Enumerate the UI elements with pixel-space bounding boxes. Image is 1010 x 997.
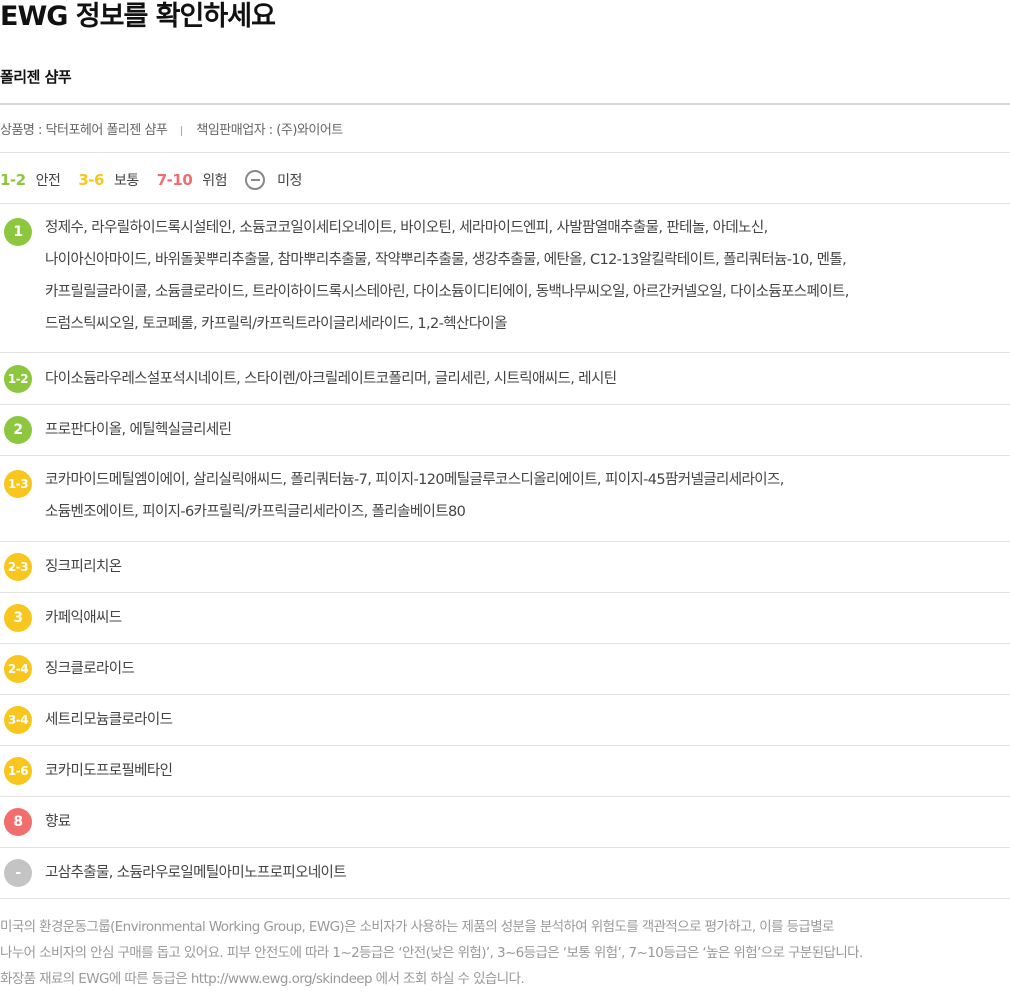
- meta-separator: [181, 125, 183, 136]
- ingredient-row: 1-3 코카마이드메틸엠이에이, 살리실릭애씨드, 폴리쿼터늄-7, 피이지-12…: [0, 456, 1010, 542]
- ingredient-row: 1-2 다이소듐라우레스설포석시네이트, 스타이렌/아크릴레이트코폴리머, 글리세…: [0, 353, 1010, 405]
- product-name: 폴리젠 샴푸: [0, 68, 72, 86]
- ingredient-row: 1-6 코카미도프로필베타인: [0, 746, 1010, 797]
- ingredient-text: 징크피리치온: [45, 551, 1000, 583]
- grade-badge: 8: [4, 808, 32, 836]
- ingredient-line: 코카미도프로필베타인: [45, 763, 173, 779]
- legend-moderate-label: 보통: [113, 173, 139, 189]
- footnote-line: 화장품 재료의 EWG에 따른 등급은 http://www.ewg.org/s…: [0, 971, 525, 987]
- product-meta: 상품명 : 닥터포헤어 폴리젠 샴푸 책임판매업자 : (주)와이어트: [0, 119, 343, 138]
- grade-badge: 2: [4, 416, 32, 444]
- undetermined-icon: [245, 170, 266, 190]
- ingredient-text: 세트리모늄클로라이드: [45, 704, 1000, 736]
- legend-moderate-range: 3-6: [78, 171, 104, 189]
- grade-badge: -: [4, 859, 32, 887]
- ingredient-text: 다이소듐라우레스설포석시네이트, 스타이렌/아크릴레이트코폴리머, 글리세린, …: [45, 363, 1000, 395]
- ingredient-row: 2-4 징크클로라이드: [0, 644, 1010, 695]
- seller-label: 책임판매업자 : (주)와이어트: [196, 123, 343, 138]
- ingredient-line: 고삼추출물, 소듐라우로일메틸아미노프로피오네이트: [45, 865, 347, 881]
- grade-badge: 2-3: [4, 553, 32, 581]
- grade-badge: 2-4: [4, 655, 32, 683]
- ingredient-row: 8 향료: [0, 797, 1010, 848]
- page-title: EWG 정보를 확인하세요: [0, 1, 276, 32]
- ingredient-line: 나이아신아마이드, 바위돌꽃뿌리추출물, 참마뿌리추출물, 작약뿌리추출물, 생…: [45, 252, 847, 268]
- ingredient-row: - 고삼추출물, 소듐라우로일메틸아미노프로피오네이트: [0, 848, 1010, 899]
- ingredient-text: 코카미도프로필베타인: [45, 755, 1000, 787]
- ingredient-text: 프로판다이올, 에틸헥실글리세린: [45, 414, 1000, 446]
- ewg-footnote: 미국의 환경운동그룹(Environmental Working Group, …: [0, 914, 1010, 992]
- ingredient-line: 카페익애씨드: [45, 610, 122, 626]
- ingredient-line: 다이소듐라우레스설포석시네이트, 스타이렌/아크릴레이트코폴리머, 글리세린, …: [45, 370, 617, 387]
- grade-badge: 1-3: [4, 470, 32, 498]
- grade-badge: 1-6: [4, 757, 32, 785]
- divider: [0, 103, 1010, 105]
- ingredient-line: 세트리모늄클로라이드: [45, 712, 173, 728]
- legend-danger-label: 위험: [202, 173, 228, 189]
- ingredient-row: 2 프로판다이올, 에틸헥실글리세린: [0, 405, 1010, 456]
- ingredient-line: 코카마이드메틸엠이에이, 살리실릭애씨드, 폴리쿼터늄-7, 피이지-120메틸…: [45, 472, 784, 488]
- ingredient-line: 징크클로라이드: [45, 661, 135, 677]
- ingredient-line: 징크피리치온: [45, 559, 122, 575]
- ingredient-text: 코카마이드메틸엠이에이, 살리실릭애씨드, 폴리쿼터늄-7, 피이지-120메틸…: [45, 456, 1000, 528]
- ingredient-row: 3-4 세트리모늄클로라이드: [0, 695, 1010, 746]
- footnote-line: 나누어 소비자의 안심 구매를 돕고 있어요. 피부 안전도에 따라 1~2등급…: [0, 945, 863, 961]
- grade-badge: 1-2: [4, 364, 32, 393]
- legend-danger-range: 7-10: [156, 171, 193, 189]
- grade-badge: 1: [4, 218, 32, 246]
- ingredient-line: 카프릴릴글라이콜, 소듐클로라이드, 트라이하이드록시스테아린, 다이소듐이디티…: [45, 284, 849, 300]
- ingredient-line: 드럼스틱씨오일, 토코페롤, 카프릴릭/카프릭트라이글리세라이드, 1,2-헥산…: [45, 316, 508, 332]
- ingredient-text: 카페익애씨드: [45, 602, 1000, 634]
- grade-legend: 1-2 안전 3-6 보통 7-10 위험 미정: [0, 166, 320, 194]
- ingredient-line: 정제수, 라우릴하이드록시설테인, 소듐코코일이세티오네이트, 바이오틴, 세라…: [45, 220, 768, 236]
- ingredient-row: 2-3 징크피리치온: [0, 542, 1010, 593]
- footnote-line: 미국의 환경운동그룹(Environmental Working Group, …: [0, 919, 834, 935]
- ingredient-text: 징크클로라이드: [45, 653, 1000, 685]
- legend-undetermined-label: 미정: [277, 173, 302, 189]
- ingredient-row: 1 정제수, 라우릴하이드록시설테인, 소듐코코일이세티오네이트, 바이오틴, 세…: [0, 204, 1010, 353]
- grade-badge: 3: [4, 604, 32, 632]
- legend-safe-label: 안전: [35, 173, 61, 189]
- legend-safe-range: 1-2: [0, 171, 26, 189]
- ingredient-line: 향료: [45, 814, 71, 830]
- ingredient-text: 정제수, 라우릴하이드록시설테인, 소듐코코일이세티오네이트, 바이오틴, 세라…: [45, 204, 1000, 340]
- ingredient-text: 향료: [45, 806, 1000, 838]
- ingredient-row: 3 카페익애씨드: [0, 593, 1010, 644]
- ingredient-text: 고삼추출물, 소듐라우로일메틸아미노프로피오네이트: [45, 857, 1000, 889]
- ingredient-line: 프로판다이올, 에틸헥실글리세린: [45, 422, 232, 438]
- grade-badge: 3-4: [4, 706, 32, 734]
- ewg-info-panel: EWG 정보를 확인하세요 폴리젠 샴푸 상품명 : 닥터포헤어 폴리젠 샴푸 책…: [0, 0, 1010, 997]
- ingredient-list: 1 정제수, 라우릴하이드록시설테인, 소듐코코일이세티오네이트, 바이오틴, 세…: [0, 204, 1010, 899]
- product-label: 상품명 : 닥터포헤어 폴리젠 샴푸: [0, 123, 168, 138]
- ingredient-line: 소듐벤조에이트, 피이지-6카프릴릭/카프릭글리세라이즈, 폴리솔베이트80: [45, 504, 466, 520]
- divider: [0, 152, 1010, 153]
